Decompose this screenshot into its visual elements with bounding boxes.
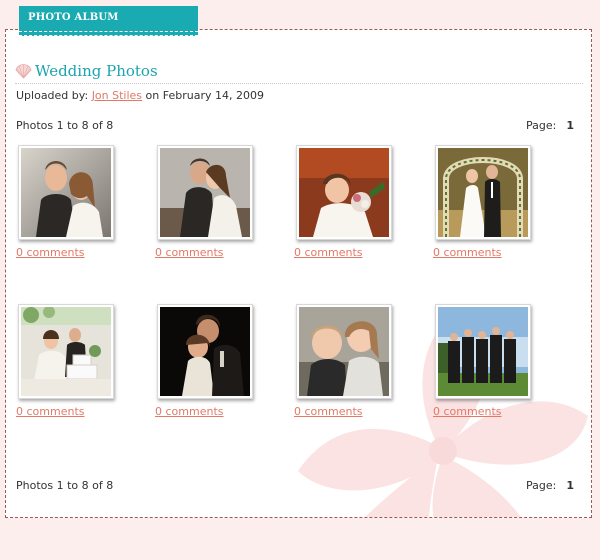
photo-cake-cutting (21, 307, 111, 396)
uploaded-by-line: Uploaded by: Jon Stiles on February 14, … (16, 89, 264, 102)
photo-thumbnail[interactable] (296, 304, 392, 399)
photos-count-bottom: Photos 1 to 8 of 8 (16, 479, 114, 492)
upload-date: on February 14, 2009 (145, 89, 264, 102)
photo-thumbnail[interactable] (296, 145, 392, 240)
photo-couple-smiling (21, 148, 111, 237)
comments-link[interactable]: 0 comments (155, 405, 224, 418)
comments-link[interactable]: 0 comments (16, 405, 85, 418)
photo-thumbnail[interactable] (435, 304, 531, 399)
page-label: Page: (526, 479, 557, 492)
photo-album-tab-label: PHOTO ALBUM (28, 12, 119, 23)
photo-kids (299, 307, 389, 396)
uploader-link[interactable]: Jon Stiles (92, 89, 142, 102)
comments-link[interactable]: 0 comments (433, 246, 502, 259)
comments-link[interactable]: 0 comments (294, 405, 363, 418)
photo-couple-dark (160, 307, 250, 396)
pager-bottom: Page: 1 (526, 479, 574, 492)
photo-bride-bouquet (299, 148, 389, 237)
pager-top: Page: 1 (526, 119, 574, 132)
page-label: Page: (526, 119, 557, 132)
comments-link[interactable]: 0 comments (294, 246, 363, 259)
photo-thumbnail[interactable] (18, 145, 114, 240)
photo-thumbnail[interactable] (157, 145, 253, 240)
uploaded-by-label: Uploaded by: (16, 89, 89, 102)
album-panel: Wedding Photos Uploaded by: Jon Stiles o… (5, 29, 592, 518)
page-number[interactable]: 1 (566, 479, 574, 492)
album-title-row: Wedding Photos (15, 62, 583, 84)
page-number[interactable]: 1 (566, 119, 574, 132)
tab-dashed-line (19, 31, 198, 32)
shell-icon (15, 64, 32, 79)
photo-couple-kissing (160, 148, 250, 237)
comments-link[interactable]: 0 comments (433, 405, 502, 418)
comments-link[interactable]: 0 comments (16, 246, 85, 259)
photo-groomsmen (438, 307, 528, 396)
comments-link[interactable]: 0 comments (155, 246, 224, 259)
photo-thumbnail[interactable] (18, 304, 114, 399)
photo-thumbnail[interactable] (435, 145, 531, 240)
photo-couple-arch (438, 148, 528, 237)
photo-thumbnail[interactable] (157, 304, 253, 399)
photo-album-tab: PHOTO ALBUM (19, 6, 198, 36)
album-title: Wedding Photos (35, 62, 158, 80)
photos-count-top: Photos 1 to 8 of 8 (16, 119, 114, 132)
